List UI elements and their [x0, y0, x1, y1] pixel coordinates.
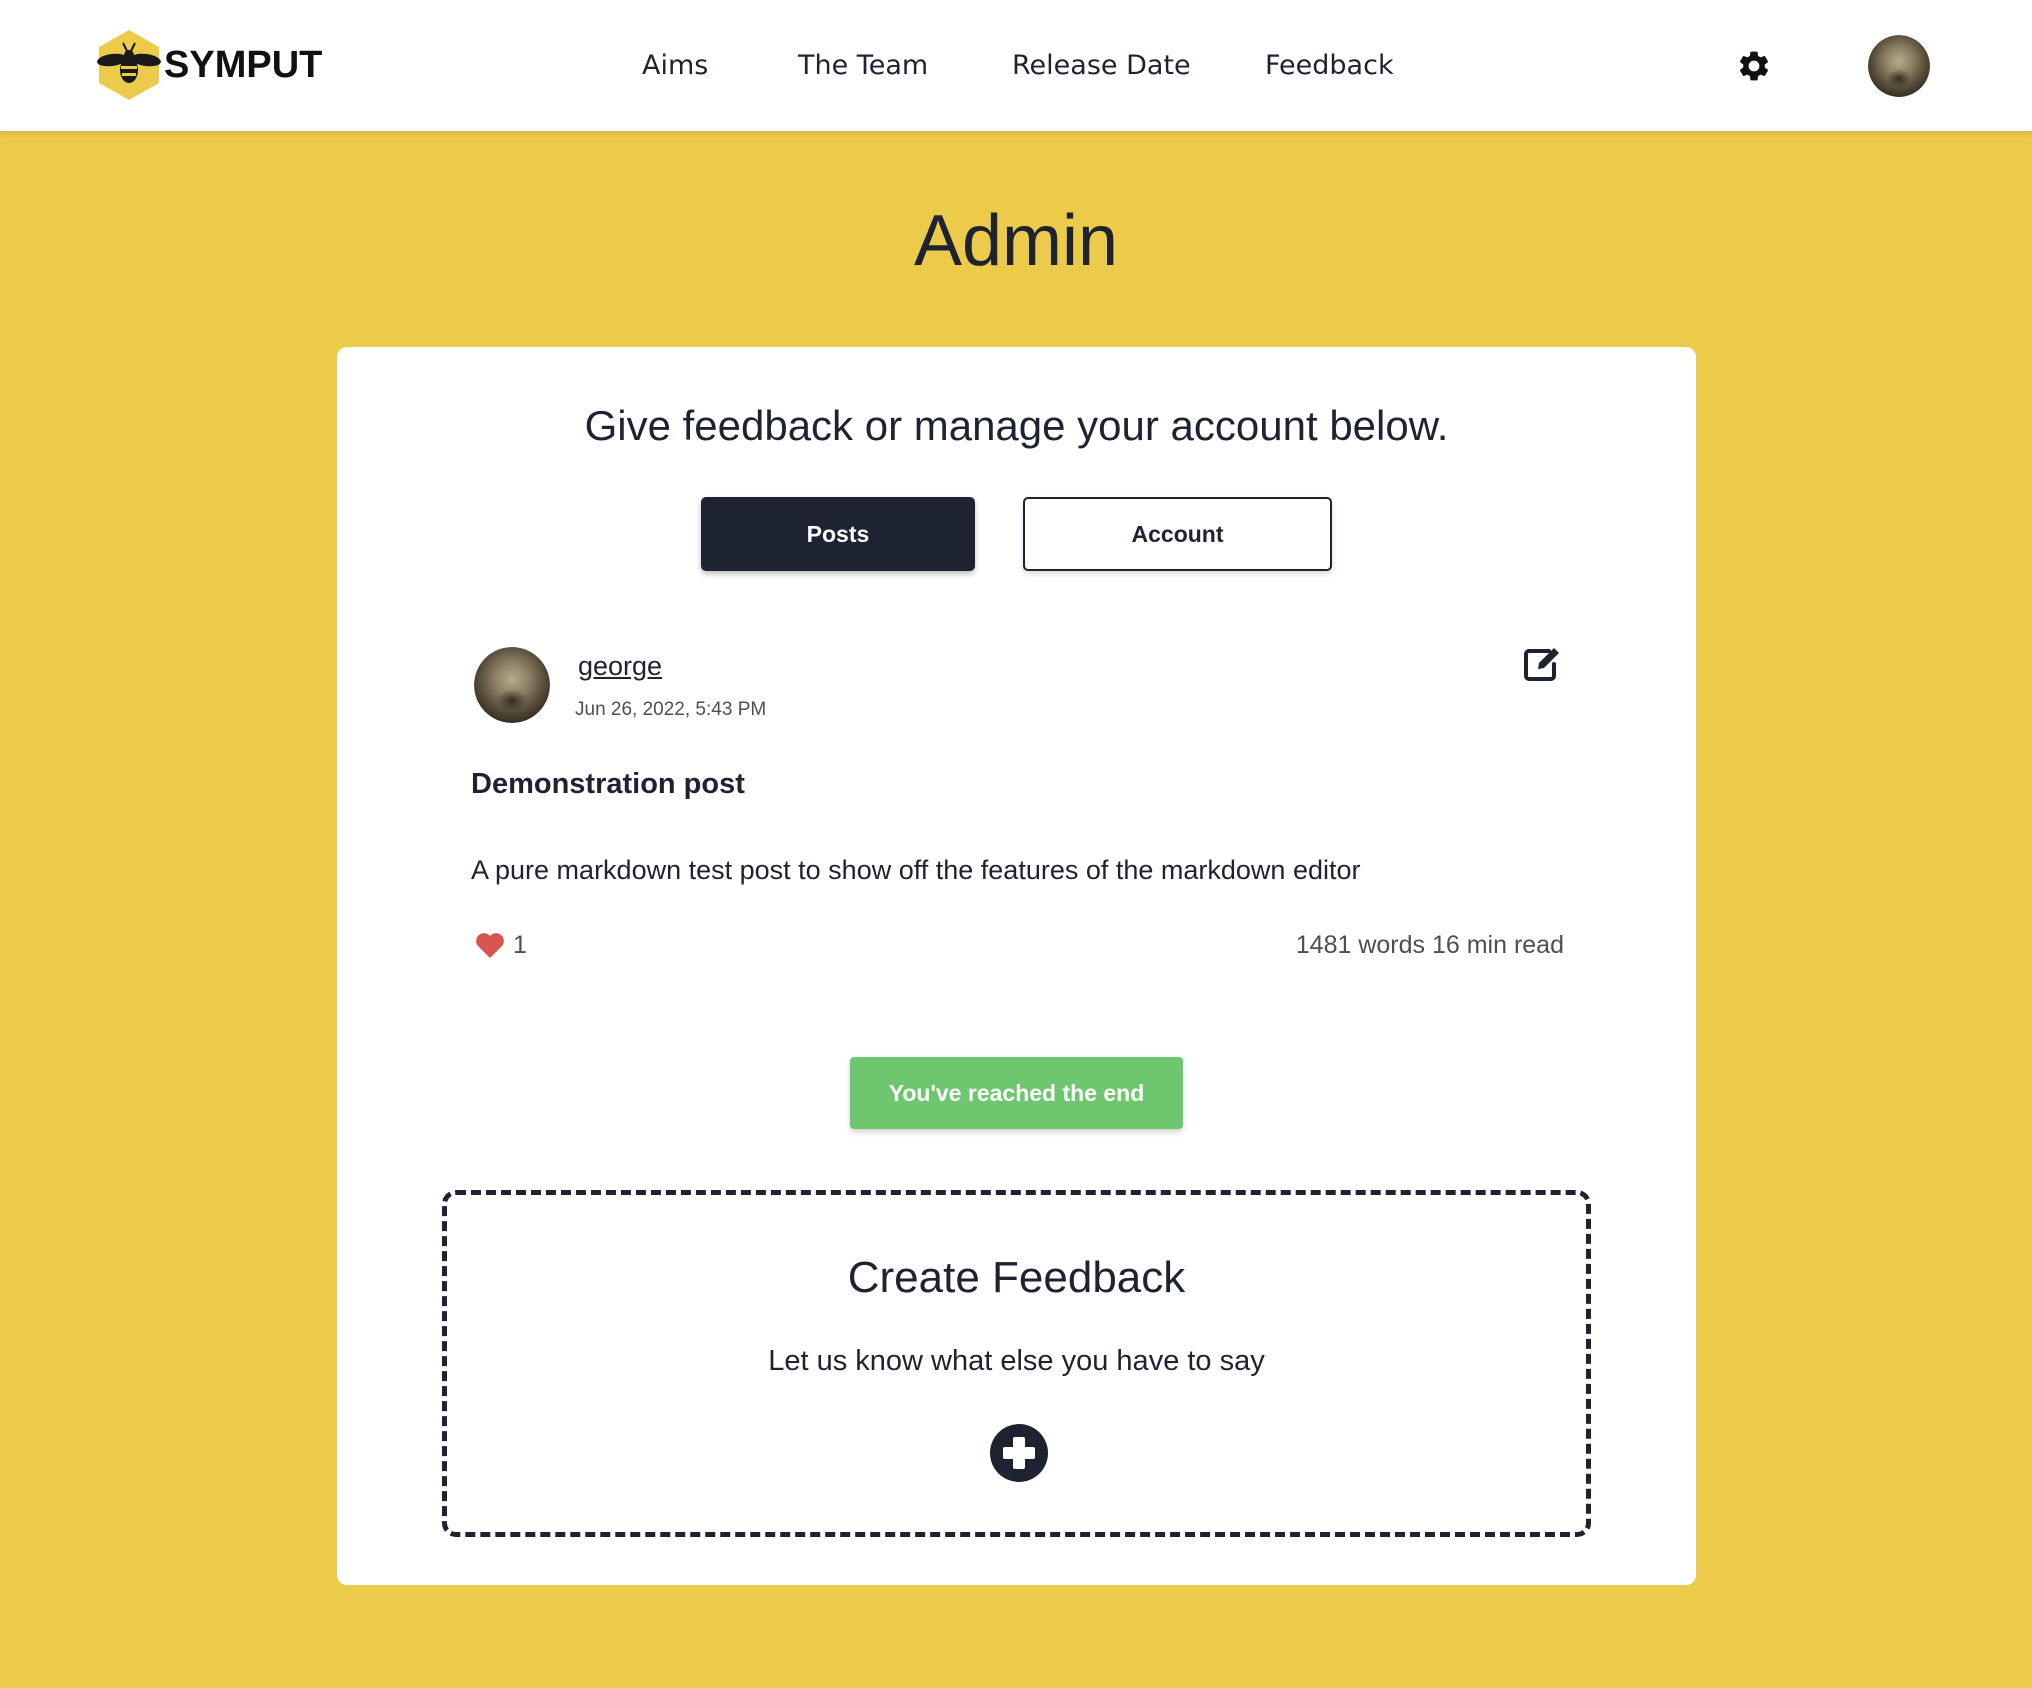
user-avatar-button[interactable] [1868, 35, 1930, 97]
gear-icon [1739, 51, 1769, 81]
admin-card: Give feedback or manage your account bel… [337, 347, 1696, 1585]
settings-button[interactable] [1735, 47, 1773, 85]
post-excerpt: A pure markdown test post to show off th… [471, 855, 1361, 885]
create-feedback-button[interactable] [989, 1423, 1049, 1483]
tab-posts[interactable]: Posts [701, 497, 975, 571]
main-nav: Aims The Team Release Date Feedback [0, 44, 2032, 88]
card-heading: Give feedback or manage your account bel… [584, 402, 1449, 449]
create-feedback-box[interactable]: Create Feedback Let us know what else yo… [442, 1190, 1591, 1537]
nav-link-the-team[interactable]: The Team [798, 44, 928, 88]
create-feedback-title: Create Feedback [847, 1253, 1186, 1302]
user-avatar [1868, 35, 1930, 97]
edit-post-button[interactable] [1522, 645, 1562, 683]
post-title: Demonstration post [471, 768, 745, 800]
post-author-avatar[interactable] [474, 647, 550, 723]
create-feedback-subtitle: Let us know what else you have to say [768, 1345, 1265, 1377]
heart-icon [476, 933, 504, 958]
nav-link-release-date[interactable]: Release Date [1012, 44, 1191, 88]
like-count: 1 [513, 931, 527, 959]
author-avatar [474, 647, 550, 723]
nav-link-feedback[interactable]: Feedback [1265, 44, 1394, 88]
post-date: Jun 26, 2022, 5:43 PM [575, 699, 767, 720]
tab-account[interactable]: Account [1023, 497, 1332, 571]
post-stats: 1481 words 16 min read [1295, 931, 1564, 959]
edit-icon [1524, 648, 1559, 681]
plus-circle-icon [990, 1424, 1048, 1482]
nav-link-aims[interactable]: Aims [642, 44, 708, 88]
top-navbar: SYMPUT Aims The Team Release Date Feedba… [0, 0, 2032, 131]
page-title: Admin [913, 201, 1119, 281]
post-author-link[interactable]: george [578, 651, 662, 682]
end-of-list-banner: You've reached the end [850, 1057, 1183, 1129]
like-button[interactable] [475, 931, 505, 959]
